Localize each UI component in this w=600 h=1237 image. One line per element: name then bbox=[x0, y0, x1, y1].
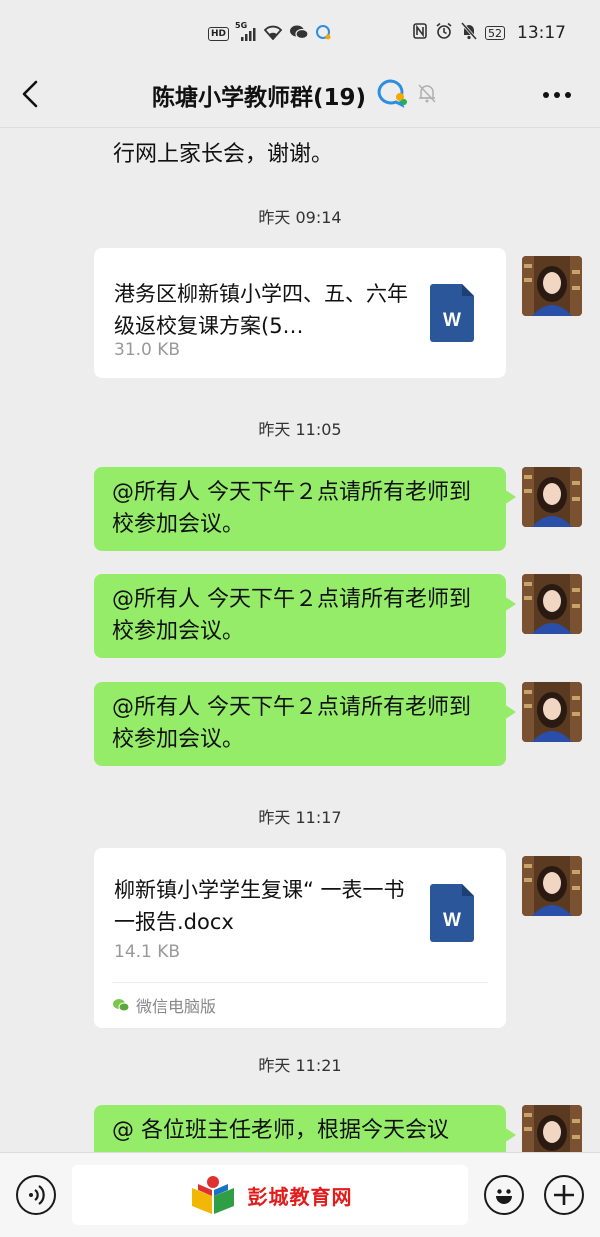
text-message[interactable]: @所有人 今天下午２点请所有老师到校参加会议。 bbox=[94, 682, 516, 766]
status-left-icons: HD 5G bbox=[208, 21, 331, 43]
more-functions-button[interactable] bbox=[544, 1175, 584, 1215]
file-name: 柳新镇小学学生复课“ 一表一书一报告.docx bbox=[114, 878, 405, 934]
chat-header: 陈塘小学教师群(19) bbox=[0, 60, 600, 128]
word-doc-icon: W bbox=[430, 884, 474, 942]
svg-text:W: W bbox=[443, 910, 461, 931]
avatar[interactable] bbox=[522, 467, 582, 527]
mute-icon bbox=[460, 22, 478, 44]
status-right-icons: 52 13:17 bbox=[413, 22, 566, 44]
file-message[interactable]: 港务区柳新镇小学四、五、六年级返校复课方案(5… W 31.0 KB bbox=[94, 248, 506, 378]
smiley-icon bbox=[496, 1189, 512, 1204]
file-source-footer: 微信电脑版 bbox=[112, 982, 488, 1028]
status-time: 13:17 bbox=[517, 23, 566, 43]
timestamp: 昨天 09:14 bbox=[258, 208, 342, 227]
emoji-button[interactable] bbox=[484, 1175, 524, 1215]
voice-button[interactable] bbox=[16, 1175, 56, 1215]
battery-level: 52 bbox=[488, 26, 502, 40]
nfc-icon bbox=[413, 23, 427, 43]
chat-area[interactable]: 行网上家长会，谢谢。 昨天 09:14 港务区柳新镇小学四、五、六年级返校复课方… bbox=[0, 128, 600, 1152]
back-button[interactable] bbox=[12, 76, 48, 112]
file-source: 微信电脑版 bbox=[112, 993, 216, 1017]
text-message[interactable]: @所有人 今天下午２点请所有老师到校参加会议。 bbox=[94, 574, 516, 658]
avatar[interactable] bbox=[522, 1105, 582, 1152]
wechat-pc-icon bbox=[113, 999, 130, 1012]
file-message[interactable]: 柳新镇小学学生复课“ 一表一书一报告.docx 14.1 KB W 微信电脑版 bbox=[94, 848, 506, 1028]
status-bar: HD 5G 52 13:17 bbox=[0, 0, 600, 68]
file-size-label: 14.1 KB bbox=[114, 942, 181, 962]
file-size-label: 31.0 KB bbox=[114, 340, 181, 360]
watermark-text: 彭城教育网 bbox=[247, 1184, 353, 1209]
file-source-label: 微信电脑版 bbox=[136, 997, 217, 1016]
timestamp: 昨天 11:21 bbox=[258, 1056, 342, 1075]
chat-title: 陈塘小学教师群(19) bbox=[152, 85, 367, 111]
svg-text:W: W bbox=[443, 310, 461, 331]
avatar[interactable] bbox=[522, 856, 582, 916]
voice-icon bbox=[29, 1185, 45, 1205]
avatar[interactable] bbox=[522, 256, 582, 316]
group-chat-icon bbox=[374, 78, 408, 112]
battery-icon: 52 bbox=[485, 26, 505, 40]
wechat-icon bbox=[289, 24, 309, 43]
wifi-icon bbox=[263, 25, 283, 43]
timestamp: 昨天 11:17 bbox=[258, 808, 342, 827]
plus-icon bbox=[554, 1185, 574, 1205]
site-logo-icon bbox=[191, 1176, 234, 1214]
input-bar: 彭城教育网 bbox=[0, 1152, 600, 1237]
title-area[interactable]: 陈塘小学教师群(19) bbox=[152, 78, 438, 112]
alarm-icon bbox=[435, 22, 453, 44]
network-type: 5G bbox=[235, 20, 248, 30]
qq-browser-icon bbox=[315, 24, 331, 43]
word-doc-icon: W bbox=[430, 284, 474, 342]
text-message[interactable]: @所有人 今天下午２点请所有老师到校参加会议。 bbox=[94, 467, 516, 551]
signal-icon: 5G bbox=[235, 21, 257, 41]
text-message[interactable]: @ 各位班主任老师，根据今天会议 bbox=[94, 1105, 516, 1152]
avatar[interactable] bbox=[522, 574, 582, 634]
message-input[interactable]: 彭城教育网 bbox=[72, 1165, 468, 1225]
avatar[interactable] bbox=[522, 682, 582, 742]
hd-badge: HD bbox=[208, 26, 230, 41]
mute-bell-icon bbox=[416, 82, 438, 108]
chevron-left-icon bbox=[22, 80, 38, 108]
partial-message-text: 行网上家长会，谢谢。 bbox=[113, 142, 334, 167]
timestamp: 昨天 11:05 bbox=[258, 420, 342, 439]
more-dots-icon bbox=[543, 92, 571, 98]
more-button[interactable] bbox=[540, 80, 574, 110]
file-name: 港务区柳新镇小学四、五、六年级返校复课方案(5… bbox=[114, 282, 408, 338]
